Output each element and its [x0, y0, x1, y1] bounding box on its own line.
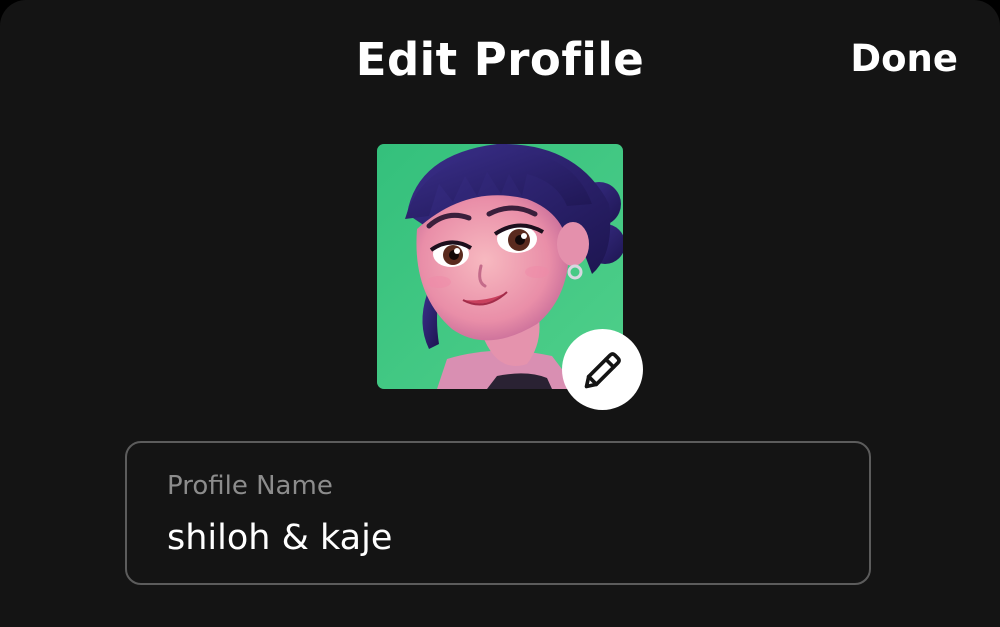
profile-name-field[interactable]: Profile Name shiloh & kaje — [125, 441, 871, 585]
profile-name-label: Profile Name — [167, 471, 333, 501]
pencil-icon — [584, 351, 621, 388]
done-button[interactable]: Done — [850, 32, 958, 86]
edit-profile-sheet: Edit Profile Done Profile Name shiloh & … — [0, 0, 1000, 627]
avatar-container — [377, 144, 643, 410]
profile-name-input[interactable]: shiloh & kaje — [167, 515, 392, 561]
edit-avatar-button[interactable] — [562, 329, 643, 410]
